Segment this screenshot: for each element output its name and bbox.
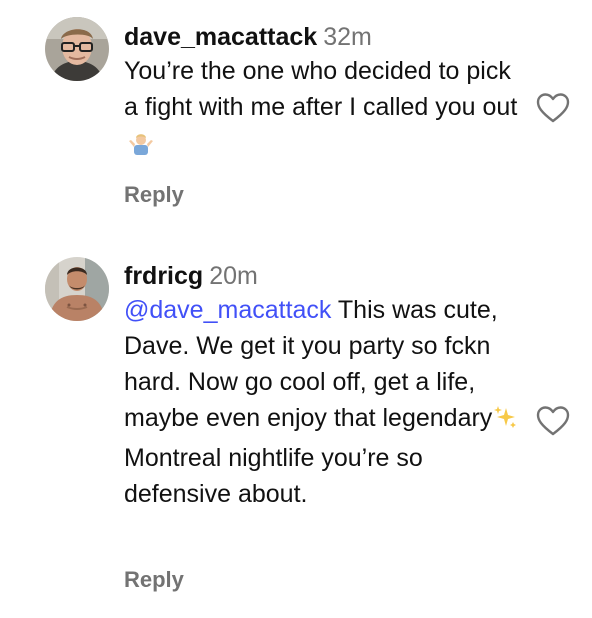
like-button[interactable]: [536, 405, 570, 437]
heart-outline-icon: [536, 93, 570, 123]
reply-button[interactable]: Reply: [124, 567, 184, 593]
heart-outline-icon: [536, 406, 570, 436]
timestamp[interactable]: 32m: [323, 23, 372, 51]
person-shrugging-emoji-icon: [128, 129, 154, 165]
comment-text: You’re the one who decided to pick a fig…: [124, 53, 524, 165]
mention-link[interactable]: @dave_macattack: [124, 296, 331, 324]
comment-text-content-end: Montreal nightlife you’re so defensive a…: [124, 444, 423, 508]
avatar[interactable]: [45, 17, 109, 81]
comment-text: @dave_macattack This was cute, Dave. We …: [124, 292, 524, 512]
comment-body: dave_macattack 32m You’re the one who dec…: [124, 21, 524, 165]
comment-body: frdricg 20m @dave_macattack This was cute…: [124, 260, 524, 512]
comment-header: frdricg 20m: [124, 260, 524, 292]
like-button[interactable]: [536, 92, 570, 124]
comment-item: dave_macattack 32m You’re the one who dec…: [0, 0, 592, 230]
comment-text-content: You’re the one who decided to pick a fig…: [124, 57, 518, 121]
comment-item: frdricg 20m @dave_macattack This was cute…: [0, 245, 592, 618]
reply-button[interactable]: Reply: [124, 182, 184, 208]
comment-header: dave_macattack 32m: [124, 21, 524, 53]
sparkles-emoji-icon: [493, 404, 517, 440]
avatar[interactable]: [45, 257, 109, 321]
username[interactable]: frdricg: [124, 262, 203, 290]
username[interactable]: dave_macattack: [124, 23, 317, 51]
timestamp[interactable]: 20m: [209, 262, 258, 290]
